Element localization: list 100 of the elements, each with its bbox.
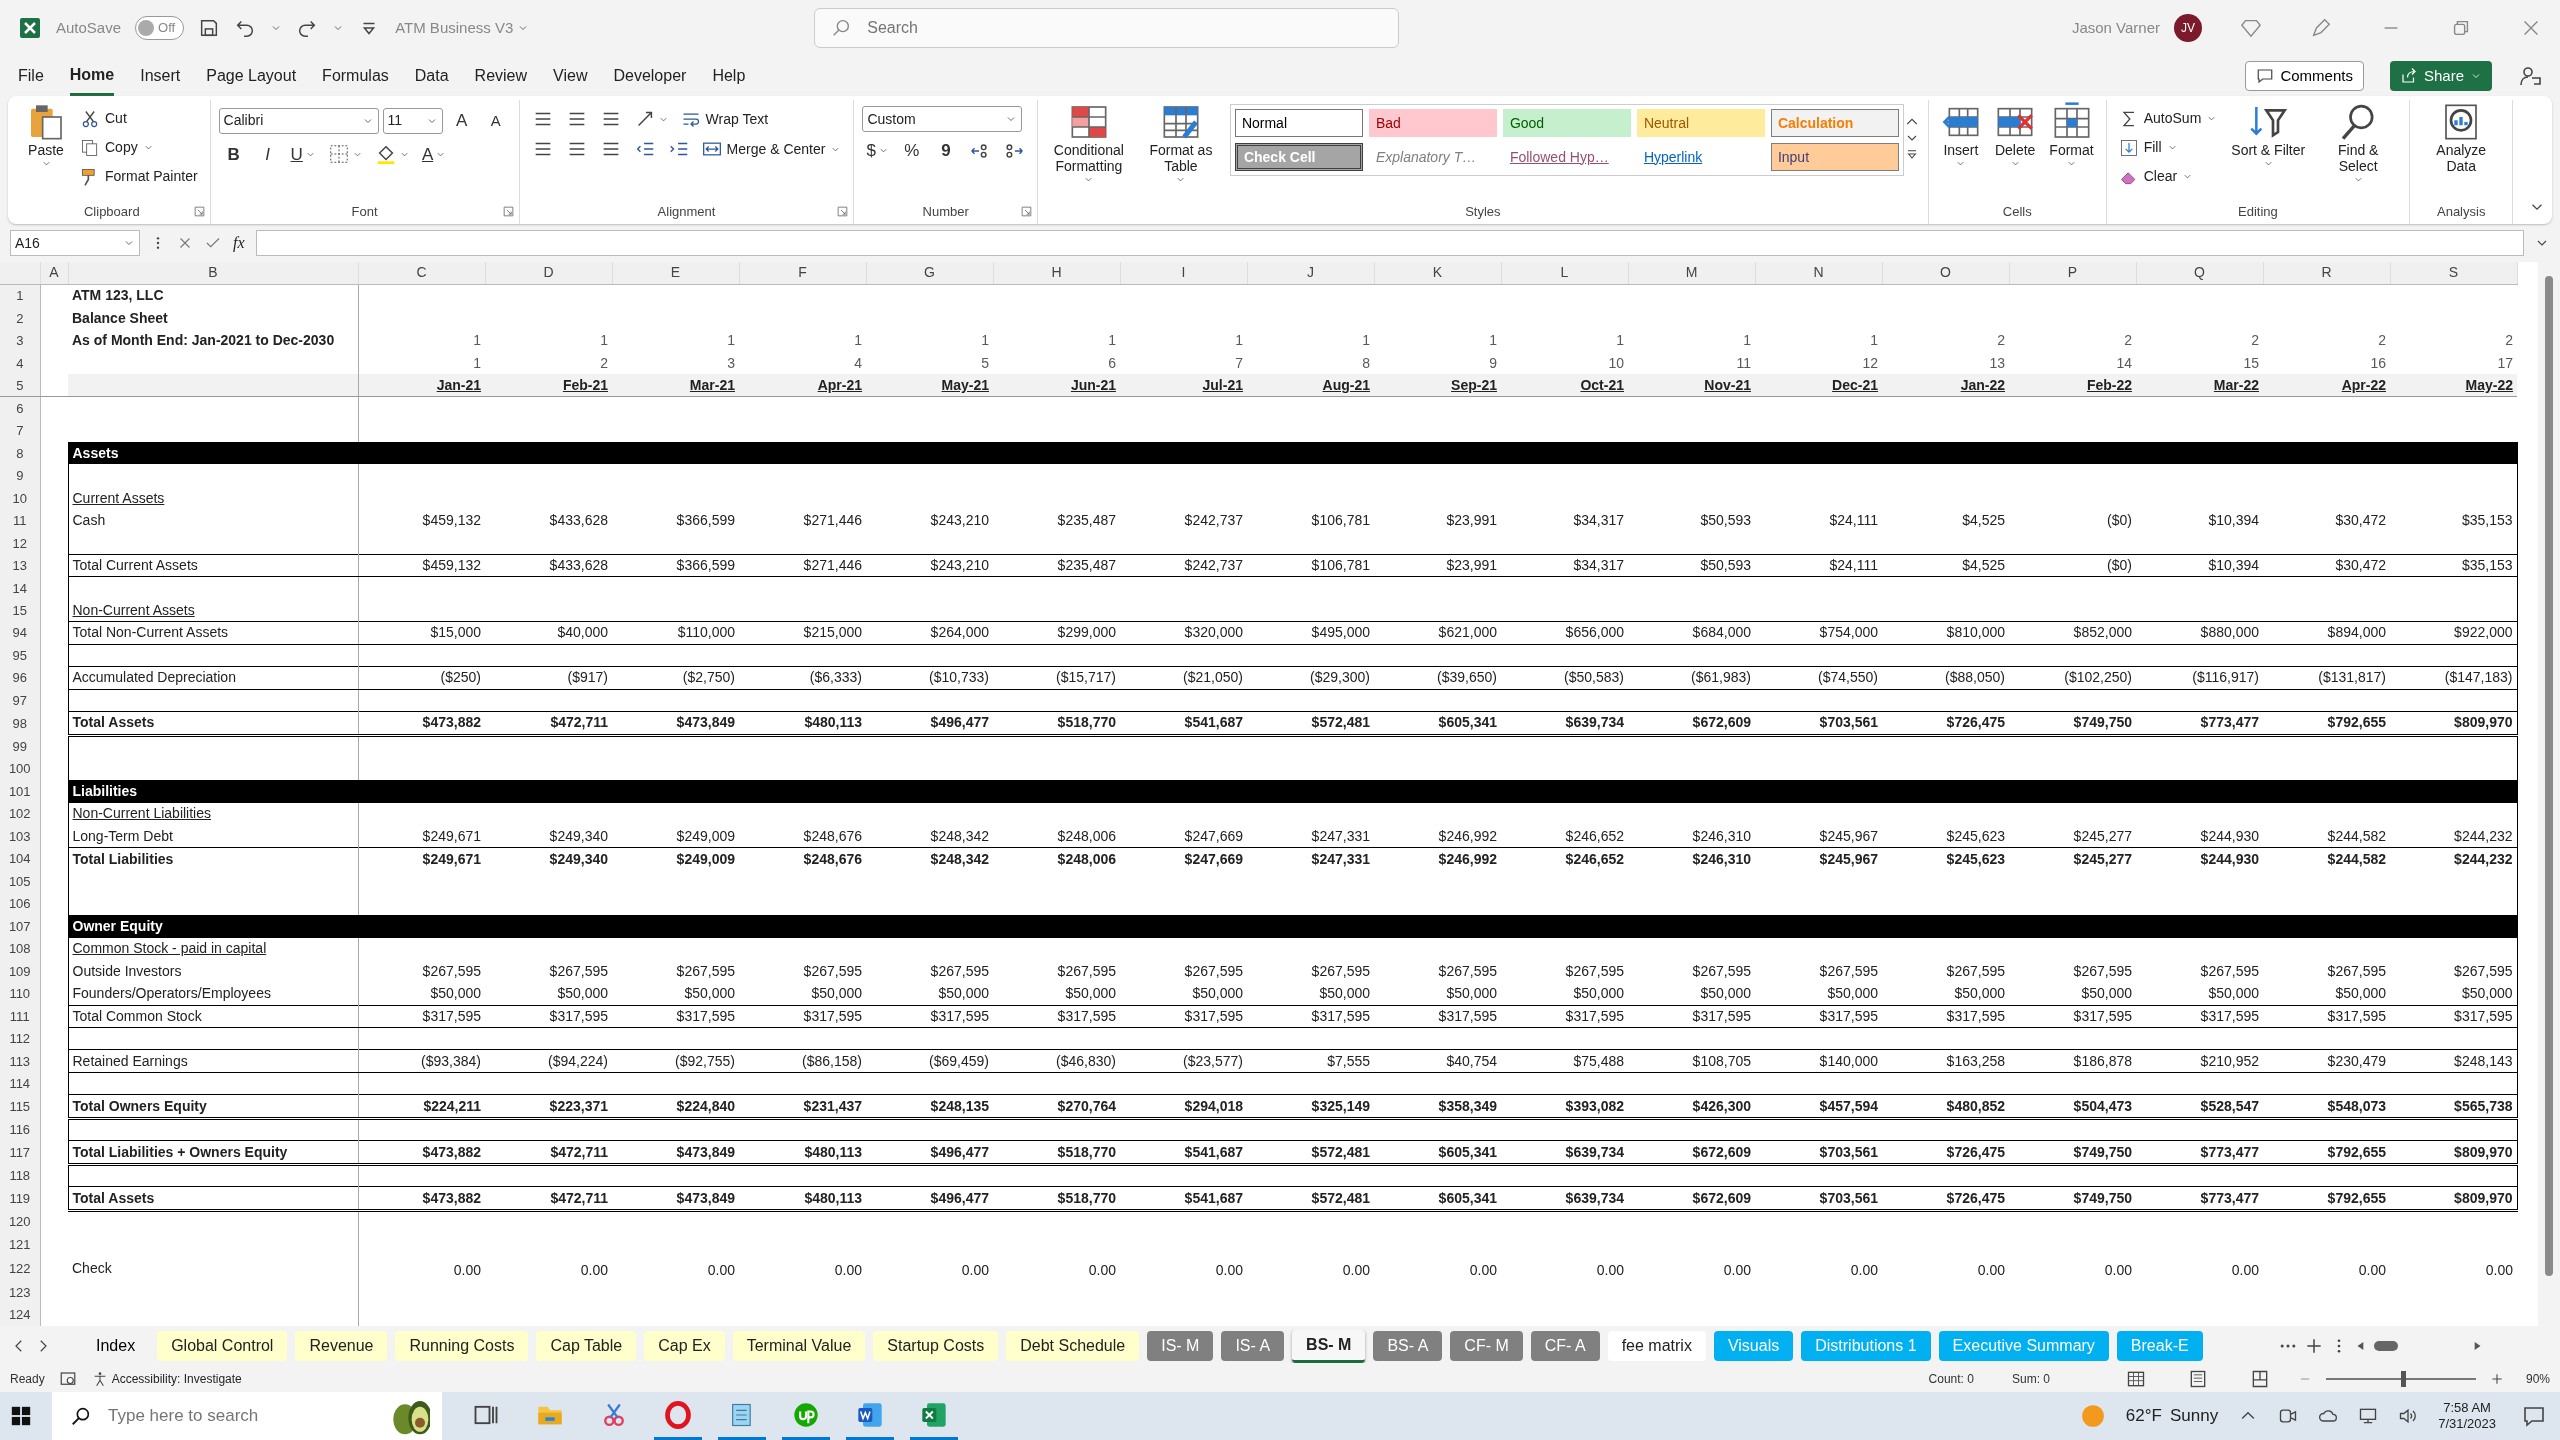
percent-button[interactable]: %	[896, 136, 927, 166]
sheet-tab[interactable]: CF- A	[1530, 1331, 1600, 1361]
sheet-tab[interactable]: IS- M	[1147, 1331, 1214, 1361]
dropdown-field[interactable]: 11	[382, 107, 443, 134]
font-color-button[interactable]: A	[417, 139, 451, 169]
row-number[interactable]: 6	[0, 396, 40, 420]
normal-view-icon[interactable]	[2125, 1369, 2146, 1389]
column-header[interactable]: R	[2263, 262, 2390, 285]
row-number[interactable]: 15	[0, 599, 40, 622]
share-button[interactable]: Share	[2389, 60, 2492, 92]
autosave-toggle[interactable]: Off	[135, 16, 185, 40]
scrollbar-thumb[interactable]	[2374, 1341, 2398, 1351]
ribbon-button[interactable]: Analyze Data	[2418, 100, 2505, 177]
ribbon-button[interactable]: Format	[2045, 100, 2098, 172]
sheet-tab[interactable]: Startup Costs	[873, 1331, 999, 1361]
menu-tab[interactable]: Help	[712, 58, 746, 94]
sheet-tab[interactable]: fee matrix	[1607, 1331, 1706, 1361]
person-icon[interactable]	[2518, 64, 2542, 88]
row-number[interactable]: 101	[0, 780, 40, 803]
row-number[interactable]: 95	[0, 644, 40, 667]
network-icon[interactable]	[2358, 1406, 2379, 1426]
row-number[interactable]: 123	[0, 1280, 40, 1304]
row-number[interactable]: 124	[0, 1303, 40, 1326]
row-number[interactable]: 118	[0, 1164, 40, 1187]
sheet-tab[interactable]: Revenue	[295, 1331, 388, 1361]
dropdown-field[interactable]: Custom	[862, 106, 1023, 132]
row-number[interactable]: 115	[0, 1094, 40, 1119]
row-number[interactable]: 99	[0, 735, 40, 758]
menu-tab[interactable]: Page Layout	[206, 58, 297, 94]
row-number[interactable]: 96	[0, 666, 40, 690]
upwork-icon[interactable]	[792, 1400, 820, 1429]
launcher-icon[interactable]	[1019, 205, 1033, 218]
search-field[interactable]: Search	[814, 8, 1400, 48]
column-header[interactable]: O	[1882, 262, 2009, 285]
ribbon-button[interactable]: Insert	[1936, 100, 1985, 172]
row-number[interactable]: 109	[0, 960, 40, 983]
row-number[interactable]: 119	[0, 1186, 40, 1211]
row-number[interactable]: 120	[0, 1210, 40, 1233]
cell-style[interactable]: Input	[1770, 143, 1899, 171]
dropdown-field[interactable]: Calibri	[218, 107, 379, 134]
ribbon-button[interactable]: Delete	[1990, 100, 2040, 172]
row-number[interactable]: 2	[0, 306, 40, 330]
sheet-tab[interactable]: Cap Ex	[644, 1331, 725, 1361]
notification-icon[interactable]	[2522, 1404, 2546, 1428]
ribbon-button[interactable]: Format Painter	[76, 164, 202, 189]
ribbon-button[interactable]: Cut	[76, 106, 131, 131]
row-number[interactable]: 7	[0, 419, 40, 442]
ribbon-button[interactable]: Find & Select	[2315, 100, 2402, 188]
row-number[interactable]: 122	[0, 1255, 40, 1281]
add-sheet-icon[interactable]	[2489, 1372, 2504, 1386]
column-header[interactable]: Q	[2136, 262, 2263, 285]
column-header[interactable]: K	[1374, 262, 1501, 285]
sheet-tab[interactable]: Terminal Value	[732, 1331, 866, 1361]
column-header[interactable]: P	[2009, 262, 2136, 285]
column-header[interactable]: J	[1247, 262, 1374, 285]
word-icon[interactable]	[856, 1400, 884, 1429]
row-number[interactable]: 105	[0, 870, 40, 893]
row-number[interactable]: 121	[0, 1232, 40, 1256]
add-sheet-icon[interactable]	[2304, 1336, 2324, 1356]
row-number[interactable]: 116	[0, 1118, 40, 1141]
row-number[interactable]: 8	[0, 441, 40, 465]
scrollbar-thumb[interactable]	[2545, 276, 2553, 1276]
sheet-tab[interactable]: Global Control	[157, 1331, 288, 1361]
row-number[interactable]: 110	[0, 982, 40, 1005]
column-header[interactable]: S	[2390, 262, 2517, 285]
column-header[interactable]: I	[1120, 262, 1247, 285]
column-header[interactable]: L	[1501, 262, 1628, 285]
row-number[interactable]: 1	[0, 284, 40, 307]
row-number[interactable]: 9	[0, 464, 40, 487]
formula-field[interactable]	[255, 230, 2524, 256]
menu-tab[interactable]: View	[553, 58, 588, 94]
cell-style[interactable]: Normal	[1234, 109, 1363, 137]
row-number[interactable]: 108	[0, 937, 40, 961]
ribbon-button[interactable]: AutoSum	[2114, 106, 2222, 131]
row-number[interactable]: 5	[0, 374, 40, 397]
menu-tab[interactable]: File	[18, 58, 44, 94]
excel-icon[interactable]	[920, 1400, 948, 1429]
ribbon-button[interactable]: Merge & Center	[697, 136, 846, 162]
row-number[interactable]: 113	[0, 1049, 40, 1073]
menu-tab[interactable]: Insert	[140, 58, 181, 94]
row-number[interactable]: 12	[0, 531, 40, 555]
row-number[interactable]: 98	[0, 711, 40, 736]
bold-button[interactable]: B	[218, 139, 249, 169]
currency-button[interactable]: $	[862, 136, 893, 166]
sheet-tab[interactable]: Cap Table	[536, 1331, 637, 1361]
cell-style[interactable]: Bad	[1368, 109, 1497, 137]
column-header[interactable]: M	[1628, 262, 1755, 285]
column-header[interactable]: H	[993, 262, 1120, 285]
sheet-tab[interactable]: IS- A	[1221, 1331, 1285, 1361]
ribbon-button[interactable]: Fill	[2114, 135, 2182, 160]
sheet-tab[interactable]: CF- M	[1450, 1331, 1523, 1361]
row-number[interactable]: 114	[0, 1072, 40, 1095]
volume-icon[interactable]	[2398, 1406, 2419, 1426]
shrink-font-button[interactable]: A	[480, 107, 511, 134]
row-number[interactable]: 104	[0, 847, 40, 871]
ribbon-button[interactable]: Wrap Text	[676, 106, 773, 132]
row-number[interactable]: 10	[0, 486, 40, 510]
menu-tab[interactable]: Review	[474, 58, 528, 94]
row-number[interactable]: 106	[0, 892, 40, 916]
ribbon-button[interactable]: Copy	[76, 135, 158, 160]
